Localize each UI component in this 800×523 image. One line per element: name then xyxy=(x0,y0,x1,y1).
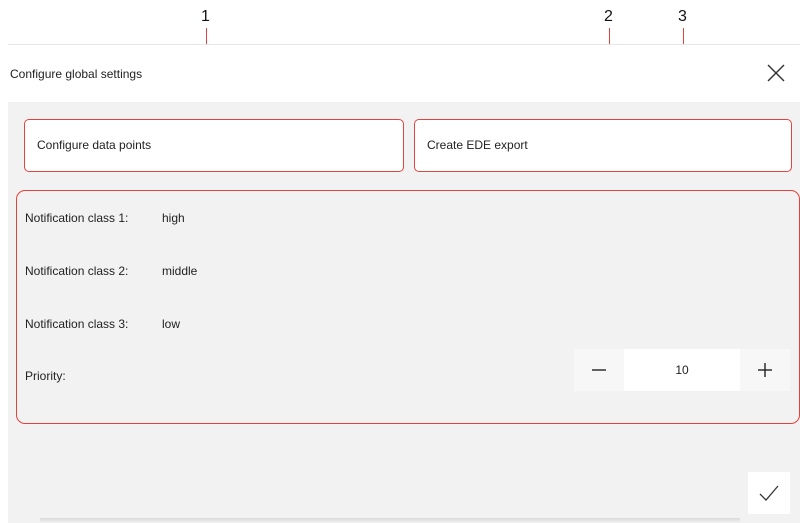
minus-icon xyxy=(592,369,606,371)
notification-class-2-value[interactable]: middle xyxy=(162,264,197,278)
priority-label: Priority: xyxy=(25,369,66,383)
notification-class-3-label: Notification class 3: xyxy=(25,317,129,331)
create-ede-export-label: Create EDE export xyxy=(427,138,528,152)
notification-class-3-value[interactable]: low xyxy=(162,317,180,331)
plus-icon xyxy=(758,363,772,377)
callout-number-2: 2 xyxy=(604,8,613,25)
dialog-header: Configure global settings xyxy=(8,45,800,102)
priority-decrement-button[interactable] xyxy=(574,349,624,391)
configure-data-points-label: Configure data points xyxy=(37,138,152,152)
confirm-button[interactable] xyxy=(748,472,790,514)
priority-increment-button[interactable] xyxy=(740,349,790,391)
notification-class-1-value[interactable]: high xyxy=(162,211,185,225)
checkmark-icon xyxy=(759,485,779,501)
close-button[interactable] xyxy=(764,61,788,85)
create-ede-export-button[interactable]: Create EDE export xyxy=(414,119,792,172)
configure-data-points-button[interactable]: Configure data points xyxy=(24,119,404,172)
dialog-title: Configure global settings xyxy=(10,67,143,81)
dialog-bottom-shadow xyxy=(40,518,740,523)
priority-stepper: 10 xyxy=(574,349,790,391)
close-icon xyxy=(767,64,785,82)
notification-class-2-label: Notification class 2: xyxy=(25,264,129,278)
callout-number-3: 3 xyxy=(678,8,687,25)
priority-value[interactable]: 10 xyxy=(624,349,740,391)
callout-number-1: 1 xyxy=(201,8,210,25)
notification-class-1-label: Notification class 1: xyxy=(25,211,129,225)
